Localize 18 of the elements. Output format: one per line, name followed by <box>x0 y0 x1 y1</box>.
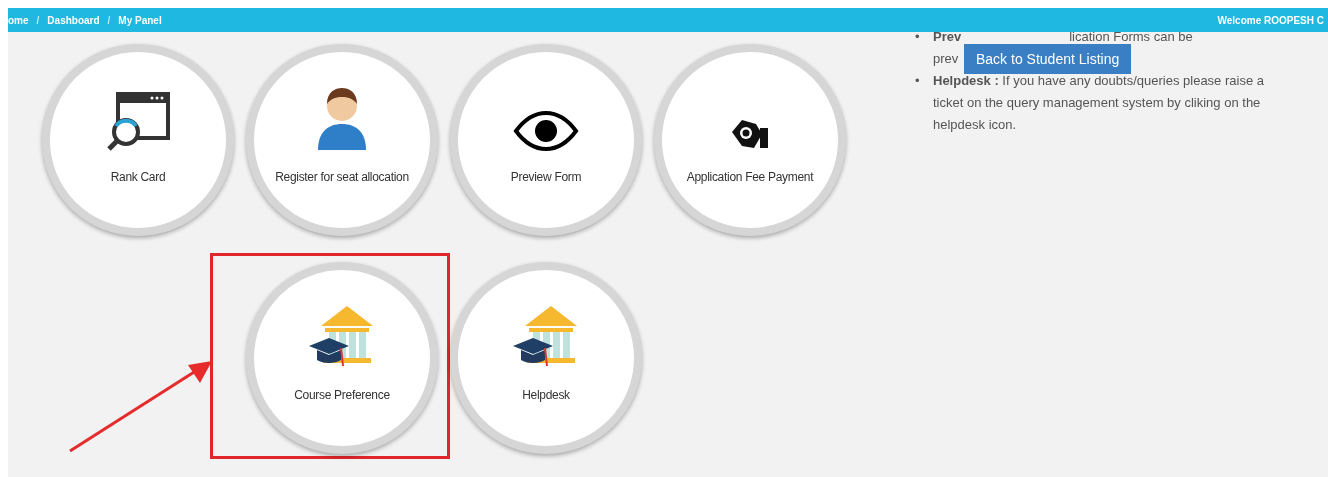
back-button[interactable]: Back to Student Listing <box>964 44 1132 74</box>
panel-tile[interactable]: Preview Form <box>450 44 642 236</box>
panel-tile[interactable]: Course Preference <box>246 262 438 454</box>
bullet: • <box>915 28 921 46</box>
preview-text: prev <box>933 51 959 66</box>
preview-text: Prev <box>933 29 962 44</box>
preview-text: lication Forms can be <box>1069 29 1193 44</box>
breadcrumb-separator: / <box>36 13 40 28</box>
bullet: • <box>915 72 921 90</box>
breadcrumb-separator: / <box>107 13 111 28</box>
panel-tile[interactable]: Application Fee Payment <box>654 44 846 236</box>
window-search-icon <box>106 92 170 152</box>
helpdesk-info-text: Helpdesk : If you have any doubts/queries please raise a ticket on the query management system by cliking on the helpdesk icon. <box>933 72 1265 134</box>
eye-icon <box>513 110 579 152</box>
panel-tile[interactable]: Rank Card <box>42 44 234 236</box>
welcome-text: Welcome ROOPESH C <box>1217 13 1324 28</box>
panel-tile[interactable]: Register for seat allocation <box>246 44 438 236</box>
panel-tile[interactable]: Helpdesk <box>450 262 642 454</box>
